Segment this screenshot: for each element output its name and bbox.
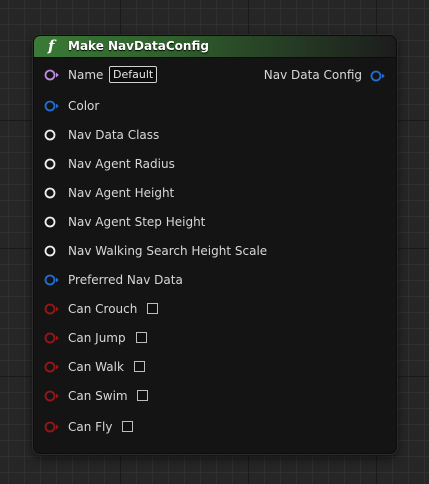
name-pin-icon[interactable] bbox=[44, 68, 60, 82]
can-swim-label: Can Swim bbox=[68, 389, 128, 403]
node-header[interactable]: f Make NavDataConfig bbox=[34, 36, 396, 58]
can-fly-checkbox[interactable] bbox=[122, 421, 133, 432]
output-pin-label: Nav Data Config bbox=[263, 68, 362, 82]
make-navdataconfig-node[interactable]: f Make NavDataConfig Name Nav Data Confi… bbox=[33, 35, 397, 454]
nav-walking-search-height-scale-pin-icon[interactable] bbox=[44, 244, 60, 258]
can-fly-label: Can Fly bbox=[68, 420, 113, 434]
can-crouch-checkbox[interactable] bbox=[147, 303, 158, 314]
can-jump-label: Can Jump bbox=[68, 331, 126, 345]
nav-data-class-pin-icon[interactable] bbox=[44, 128, 60, 142]
nav-data-class-label: Nav Data Class bbox=[68, 128, 160, 142]
can-walk-pin-icon[interactable] bbox=[44, 360, 60, 374]
pin-row-name: Name Nav Data Config bbox=[34, 65, 396, 85]
nav-agent-step-height-pin-icon[interactable] bbox=[44, 215, 60, 229]
name-pin-label: Name bbox=[68, 68, 104, 82]
can-jump-checkbox[interactable] bbox=[136, 332, 147, 343]
can-crouch-label: Can Crouch bbox=[68, 302, 138, 316]
can-crouch-pin-icon[interactable] bbox=[44, 302, 60, 316]
can-fly-pin-icon[interactable] bbox=[44, 420, 60, 434]
preferred-nav-data-label: Preferred Nav Data bbox=[68, 273, 183, 287]
nav-agent-step-height-label: Nav Agent Step Height bbox=[68, 215, 206, 229]
function-icon: f bbox=[48, 37, 55, 55]
nav-agent-radius-pin-icon[interactable] bbox=[44, 157, 60, 171]
nav-agent-height-pin-icon[interactable] bbox=[44, 186, 60, 200]
can-walk-label: Can Walk bbox=[68, 360, 124, 374]
node-title: Make NavDataConfig bbox=[68, 39, 209, 53]
color-pin-label: Color bbox=[68, 99, 100, 113]
nav-walking-search-height-scale-label: Nav Walking Search Height Scale bbox=[68, 244, 268, 258]
nav-agent-radius-label: Nav Agent Radius bbox=[68, 157, 175, 171]
can-swim-checkbox[interactable] bbox=[137, 390, 148, 401]
preferred-nav-data-pin-icon[interactable] bbox=[44, 273, 60, 287]
name-input[interactable] bbox=[109, 66, 157, 83]
color-pin-icon[interactable] bbox=[44, 99, 60, 113]
can-swim-pin-icon[interactable] bbox=[44, 389, 60, 403]
nav-agent-height-label: Nav Agent Height bbox=[68, 186, 175, 200]
can-walk-checkbox[interactable] bbox=[134, 361, 145, 372]
nav-data-config-output-pin-icon[interactable] bbox=[370, 68, 386, 82]
can-jump-pin-icon[interactable] bbox=[44, 331, 60, 345]
